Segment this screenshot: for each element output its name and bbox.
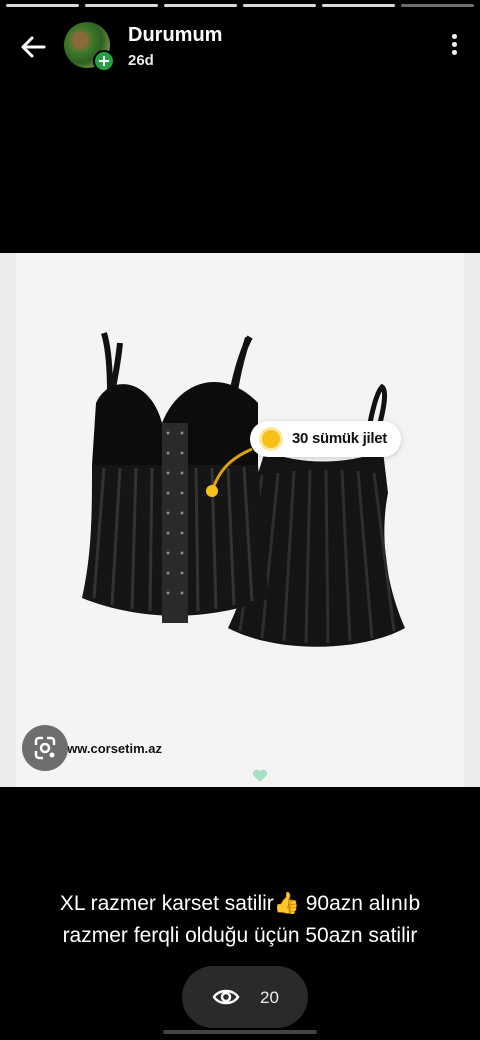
story-caption: XL razmer karset satilir👍 90azn alınıb r… xyxy=(0,888,480,952)
story-image: 30 sümük jilet www.corsetim.az xyxy=(0,253,480,787)
views-button[interactable]: 20 xyxy=(182,966,308,1028)
heart-icon xyxy=(252,769,268,782)
progress-segment xyxy=(322,4,395,7)
corset-product-image xyxy=(82,332,405,647)
google-lens-icon[interactable] xyxy=(22,725,68,771)
progress-segment xyxy=(6,4,79,7)
home-indicator xyxy=(163,1030,317,1034)
story-progress-bar xyxy=(6,4,474,7)
back-arrow-icon[interactable] xyxy=(18,32,48,62)
product-tag[interactable]: 30 sümük jilet xyxy=(250,421,402,457)
views-count: 20 xyxy=(260,988,279,1007)
eye-icon xyxy=(212,989,240,1005)
story-header: Durumum 26d xyxy=(0,22,480,72)
username[interactable]: Durumum xyxy=(128,24,222,47)
story-time: 26d xyxy=(128,52,154,69)
caption-line: XL razmer karset satilir👍 90azn alınıb xyxy=(59,892,421,915)
caption-line: razmer ferqli olduğu üçün 50azn satilir xyxy=(62,924,418,947)
more-vertical-icon[interactable] xyxy=(450,34,458,58)
plus-icon[interactable] xyxy=(93,50,115,72)
progress-segment xyxy=(85,4,158,7)
website-watermark: www.corsetim.az xyxy=(57,741,162,756)
product-tag-label: 30 sümük jilet xyxy=(292,430,388,447)
progress-segment xyxy=(164,4,237,7)
progress-segment xyxy=(401,4,474,7)
sun-dot-icon xyxy=(262,430,280,448)
progress-segment xyxy=(243,4,316,7)
